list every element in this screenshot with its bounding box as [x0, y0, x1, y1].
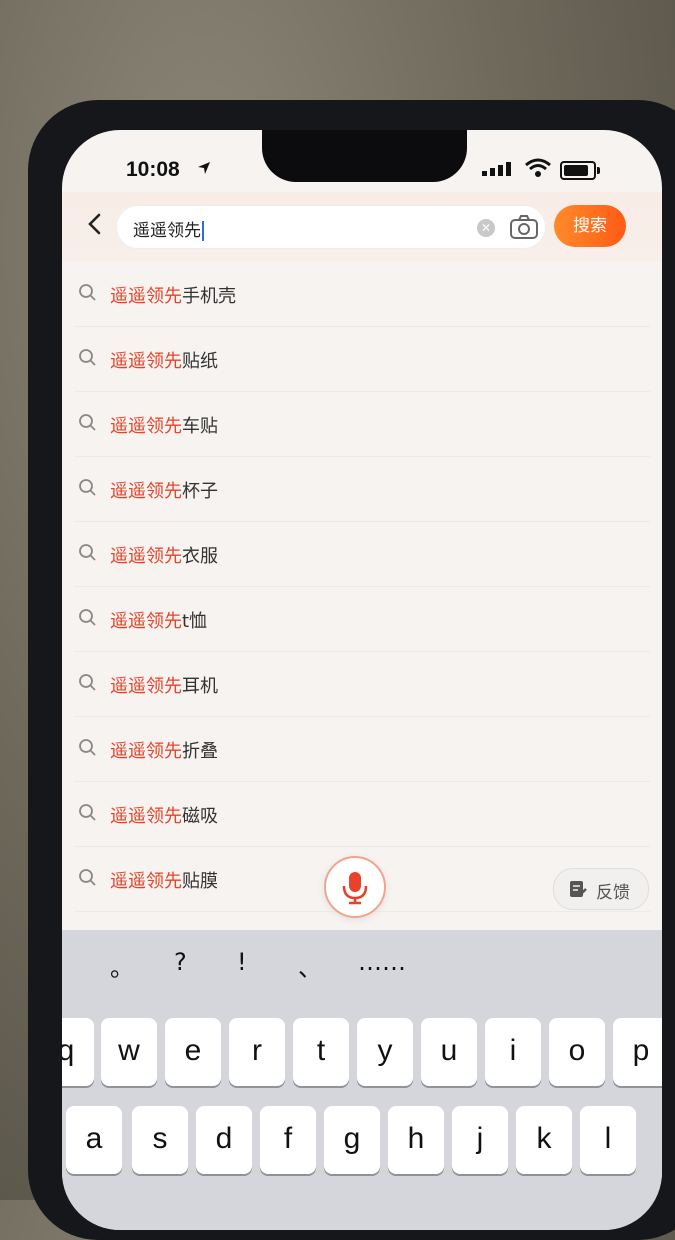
feedback-button[interactable]: 反馈: [553, 868, 649, 910]
suggestion-item[interactable]: 遥遥领先耳机: [74, 652, 650, 717]
search-icon: [79, 869, 96, 886]
key-e[interactable]: e: [165, 1018, 221, 1086]
key-g[interactable]: g: [324, 1106, 380, 1174]
punct-key[interactable]: 、: [298, 948, 322, 983]
suggestion-label: 遥遥领先磁吸: [110, 806, 218, 827]
key-o[interactable]: o: [549, 1018, 605, 1086]
search-query: 遥遥领先: [133, 216, 204, 241]
key-f[interactable]: f: [260, 1106, 316, 1174]
suggestion-label: 遥遥领先手机壳: [110, 286, 236, 307]
suggestion-item[interactable]: 遥遥领先折叠: [74, 717, 650, 782]
key-i[interactable]: i: [485, 1018, 541, 1086]
suggestion-label: 遥遥领先车贴: [110, 416, 218, 437]
key-w[interactable]: w: [101, 1018, 157, 1086]
suggestion-label: 遥遥领先贴膜: [110, 871, 218, 892]
suggestion-label: 遥遥领先杯子: [110, 481, 218, 502]
punct-key[interactable]: ?: [174, 948, 187, 976]
search-icon: [79, 674, 96, 691]
search-icon: [79, 349, 96, 366]
punctuation-row: , 。 ? ! 、 ……: [62, 938, 662, 988]
search-icon: [79, 284, 96, 301]
suggestion-label: 遥遥领先衣服: [110, 546, 218, 567]
search-icon: [79, 414, 96, 431]
voice-search-button[interactable]: [324, 856, 386, 918]
camera-icon[interactable]: [509, 214, 539, 240]
key-q[interactable]: q: [62, 1018, 94, 1086]
key-k[interactable]: k: [516, 1106, 572, 1174]
text-cursor: [202, 221, 204, 241]
suggestion-item[interactable]: 遥遥领先手机壳: [74, 262, 650, 327]
key-l[interactable]: l: [580, 1106, 636, 1174]
signal-icon: [482, 162, 511, 176]
search-icon: [79, 609, 96, 626]
punct-key[interactable]: 。: [110, 948, 134, 983]
key-a[interactable]: a: [66, 1106, 122, 1174]
suggestion-item[interactable]: 遥遥领先车贴: [74, 392, 650, 457]
key-t[interactable]: t: [293, 1018, 349, 1086]
microphone-icon: [342, 872, 368, 905]
suggestion-item[interactable]: 遥遥领先衣服: [74, 522, 650, 587]
key-u[interactable]: u: [421, 1018, 477, 1086]
punct-key[interactable]: !: [237, 948, 247, 976]
suggestion-item[interactable]: 遥遥领先t恤: [74, 587, 650, 652]
battery-icon: [560, 161, 600, 180]
suggestion-item[interactable]: 遥遥领先贴纸: [74, 327, 650, 392]
key-s[interactable]: s: [132, 1106, 188, 1174]
search-icon: [79, 804, 96, 821]
wifi-icon: [525, 158, 551, 177]
suggestion-label: 遥遥领先耳机: [110, 676, 218, 697]
suggestion-item[interactable]: 遥遥领先磁吸: [74, 782, 650, 847]
feedback-label: 反馈: [596, 883, 630, 903]
suggestion-label: 遥遥领先t恤: [110, 611, 208, 632]
key-r[interactable]: r: [229, 1018, 285, 1086]
key-h[interactable]: h: [388, 1106, 444, 1174]
phone-screen: 10:08 遥遥领先 ✕ 搜索 遥遥领先手机壳 遥遥领先贴纸 遥遥领先车贴 遥遥…: [62, 130, 662, 1230]
search-icon: [79, 544, 96, 561]
chevron-left-icon[interactable]: [80, 209, 110, 239]
clear-icon[interactable]: ✕: [477, 219, 495, 237]
search-header: 遥遥领先 ✕ 搜索: [62, 192, 662, 262]
suggestion-item[interactable]: 遥遥领先杯子: [74, 457, 650, 522]
location-arrow-icon: [198, 162, 210, 174]
suggestion-label: 遥遥领先贴纸: [110, 351, 218, 372]
punct-key[interactable]: ……: [358, 948, 406, 976]
key-j[interactable]: j: [452, 1106, 508, 1174]
search-icon: [79, 479, 96, 496]
status-time: 10:08: [126, 158, 180, 181]
feedback-icon: [570, 881, 587, 897]
key-y[interactable]: y: [357, 1018, 413, 1086]
key-d[interactable]: d: [196, 1106, 252, 1174]
keyboard: , 。 ? ! 、 …… q w e r t y u i o p a s d f…: [62, 930, 662, 1230]
search-button[interactable]: 搜索: [554, 205, 626, 247]
search-icon: [79, 739, 96, 756]
key-p[interactable]: p: [613, 1018, 662, 1086]
suggestion-list: 遥遥领先手机壳 遥遥领先贴纸 遥遥领先车贴 遥遥领先杯子 遥遥领先衣服 遥遥领先…: [62, 262, 662, 912]
search-input[interactable]: 遥遥领先 ✕: [116, 205, 546, 249]
suggestion-label: 遥遥领先折叠: [110, 741, 218, 762]
